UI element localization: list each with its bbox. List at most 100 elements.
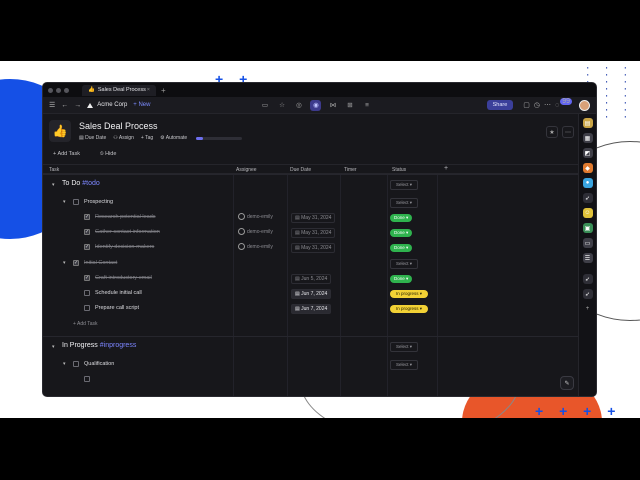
text-edit-icon[interactable]: ≡ <box>361 100 372 111</box>
new-button[interactable]: + New <box>133 102 150 108</box>
collapse-caret-icon[interactable]: ▾ <box>63 361 66 367</box>
due-date-chip[interactable]: ▤ Jun 7, 2024 <box>291 304 332 314</box>
app-icon-green[interactable]: ▣ <box>582 223 593 233</box>
table-row[interactable]: ✓ Research potential leads demo-emily ▤ … <box>43 210 580 225</box>
task-checkbox[interactable]: ✓ <box>84 275 90 281</box>
task-checkbox[interactable]: ✓ <box>84 244 90 250</box>
favorite-star-icon[interactable]: ★ <box>546 126 558 138</box>
assignee-chip[interactable]: demo-emily <box>238 228 273 235</box>
table-row[interactable]: ✓ Craft introductory email ▤ Jun 5, 2024… <box>43 271 580 286</box>
task-name[interactable]: Craft introductory email <box>95 275 152 281</box>
more-icon[interactable]: ⋯ <box>544 101 551 109</box>
table-row[interactable]: ✓ Identify decision-makers demo-emily ▤ … <box>43 240 580 255</box>
task-name[interactable]: Prepare call script <box>95 305 139 311</box>
column-header-task[interactable]: Task <box>49 167 59 173</box>
status-badge[interactable]: Done ▾ <box>390 214 413 222</box>
due-date-chip[interactable]: ▤ May 31, 2024 <box>291 228 336 238</box>
due-date-button[interactable]: ▤ Due Date <box>79 135 106 141</box>
task-checkbox[interactable] <box>73 361 79 367</box>
tag-button[interactable]: + Tag <box>141 135 153 141</box>
task-checkbox[interactable] <box>84 305 90 311</box>
notification-icon[interactable]: ◌ <box>555 102 559 109</box>
add-task-button[interactable]: + Add Task <box>53 151 90 158</box>
page-emoji[interactable]: 👍 <box>49 120 71 142</box>
status-select[interactable]: Select ▾ <box>390 342 419 352</box>
share-nodes-icon[interactable]: ⋈ <box>327 100 338 111</box>
back-arrow-icon[interactable]: ← <box>61 102 68 109</box>
assignee-chip[interactable]: demo-emily <box>238 213 273 220</box>
browser-tab[interactable]: 👍 Sales Deal Process × <box>82 84 156 96</box>
task-name[interactable]: Research potential leads <box>95 214 156 220</box>
assign-button[interactable]: ⚇ Assign <box>113 135 134 141</box>
hierarchy-icon[interactable]: ⊞ <box>344 100 355 111</box>
task-checkbox[interactable] <box>73 199 79 205</box>
close-tab-icon[interactable]: × <box>147 87 150 93</box>
app-icon-doc[interactable]: ▭ <box>582 238 593 248</box>
status-badge[interactable]: Done ▾ <box>390 229 413 237</box>
table-row[interactable] <box>43 372 580 387</box>
app-icon-rocket-3[interactable]: ➶ <box>582 289 593 299</box>
task-checkbox[interactable] <box>84 376 90 382</box>
group-header-todo[interactable]: ▾ To Do #todo Select ▾ <box>43 174 580 194</box>
add-task-row[interactable]: + Add Task <box>43 317 580 332</box>
add-task-inline-button[interactable]: + Add Task <box>73 321 98 327</box>
table-row[interactable]: Schedule initial call ▤ Jun 7, 2024 In p… <box>43 286 580 301</box>
collapse-caret-icon[interactable]: ▾ <box>52 182 55 188</box>
app-icon-smiley[interactable]: ☺ <box>582 208 593 218</box>
share-button[interactable]: Share <box>486 100 514 110</box>
app-icon-orange[interactable]: ◆ <box>582 163 593 173</box>
sidebar-toggle-icon[interactable]: ☰ <box>49 101 55 109</box>
hide-button[interactable]: ⦸ Hide <box>100 151 126 158</box>
globe-icon[interactable]: ◉ <box>310 99 322 111</box>
column-header-timer[interactable]: Timer <box>344 167 357 173</box>
status-select[interactable]: Select ▾ <box>390 259 419 269</box>
task-checkbox[interactable]: ✓ <box>84 229 90 235</box>
column-header-assignee[interactable]: Assignee <box>236 167 257 173</box>
table-row[interactable]: ▾ ✓ Initial Contact Select ▾ <box>43 256 580 271</box>
status-badge[interactable]: Done ▾ <box>390 275 413 283</box>
due-date-chip[interactable]: ▤ Jun 7, 2024 <box>291 289 332 299</box>
chat-icon[interactable]: ✎ <box>560 376 574 390</box>
group-header-inprogress[interactable]: ▾ In Progress #inprogress Select ▾ <box>43 336 580 356</box>
task-name[interactable]: Gather contact information <box>95 229 160 235</box>
status-select[interactable]: Select ▾ <box>390 198 419 208</box>
inbox-icon[interactable]: ▭ <box>259 100 270 111</box>
collapse-caret-icon[interactable]: ▾ <box>63 199 66 205</box>
status-select[interactable]: Select ▾ <box>390 360 419 370</box>
avatar[interactable] <box>579 99 590 111</box>
column-header-status[interactable]: Status <box>392 167 406 173</box>
task-name[interactable]: Prospecting <box>84 199 113 205</box>
due-date-chip[interactable]: ▤ May 31, 2024 <box>291 213 336 223</box>
status-badge[interactable]: Done ▾ <box>390 244 413 252</box>
database-icon[interactable]: ◎ <box>293 100 304 111</box>
new-tab-icon[interactable]: + <box>161 86 166 95</box>
automate-button[interactable]: ⚙ Automate <box>160 135 187 141</box>
assignee-chip[interactable]: demo-emily <box>238 243 273 250</box>
table-row[interactable]: ▾ Prospecting Select ▾ <box>43 195 580 210</box>
task-name[interactable]: Initial Contact <box>84 260 117 266</box>
collapse-caret-icon[interactable]: ▾ <box>52 344 55 350</box>
forward-arrow-icon[interactable]: → <box>74 102 81 109</box>
task-checkbox[interactable]: ✓ <box>73 260 79 266</box>
task-checkbox[interactable] <box>84 290 90 296</box>
task-name[interactable]: Identify decision-makers <box>95 244 154 250</box>
workspace-switcher[interactable]: Acme Corp <box>87 102 127 108</box>
star-icon[interactable]: ☆ <box>276 100 287 111</box>
status-select[interactable]: Select ▾ <box>390 180 419 190</box>
clock-icon[interactable]: ◷ <box>534 101 540 109</box>
collapse-caret-icon[interactable]: ▾ <box>63 260 66 266</box>
task-name[interactable]: Schedule initial call <box>95 290 142 296</box>
due-date-chip[interactable]: ▤ Jun 5, 2024 <box>291 274 332 284</box>
app-icon-chat[interactable]: ◩ <box>582 148 593 158</box>
table-row[interactable]: ▾ Qualification Select ▾ <box>43 357 580 372</box>
app-icon-blue[interactable]: ● <box>582 178 593 188</box>
table-row[interactable]: ✓ Gather contact information demo-emily … <box>43 225 580 240</box>
add-app-icon[interactable]: + <box>583 304 593 314</box>
status-badge[interactable]: In progress ▾ <box>390 290 429 298</box>
close-window-dot[interactable] <box>48 87 53 93</box>
page-more-icon[interactable]: ⋯ <box>562 126 574 138</box>
minimize-window-dot[interactable] <box>56 87 61 93</box>
due-date-chip[interactable]: ▤ May 31, 2024 <box>291 243 336 253</box>
table-row[interactable]: Prepare call script ▤ Jun 7, 2024 In pro… <box>43 301 580 316</box>
maximize-window-dot[interactable] <box>64 87 69 93</box>
